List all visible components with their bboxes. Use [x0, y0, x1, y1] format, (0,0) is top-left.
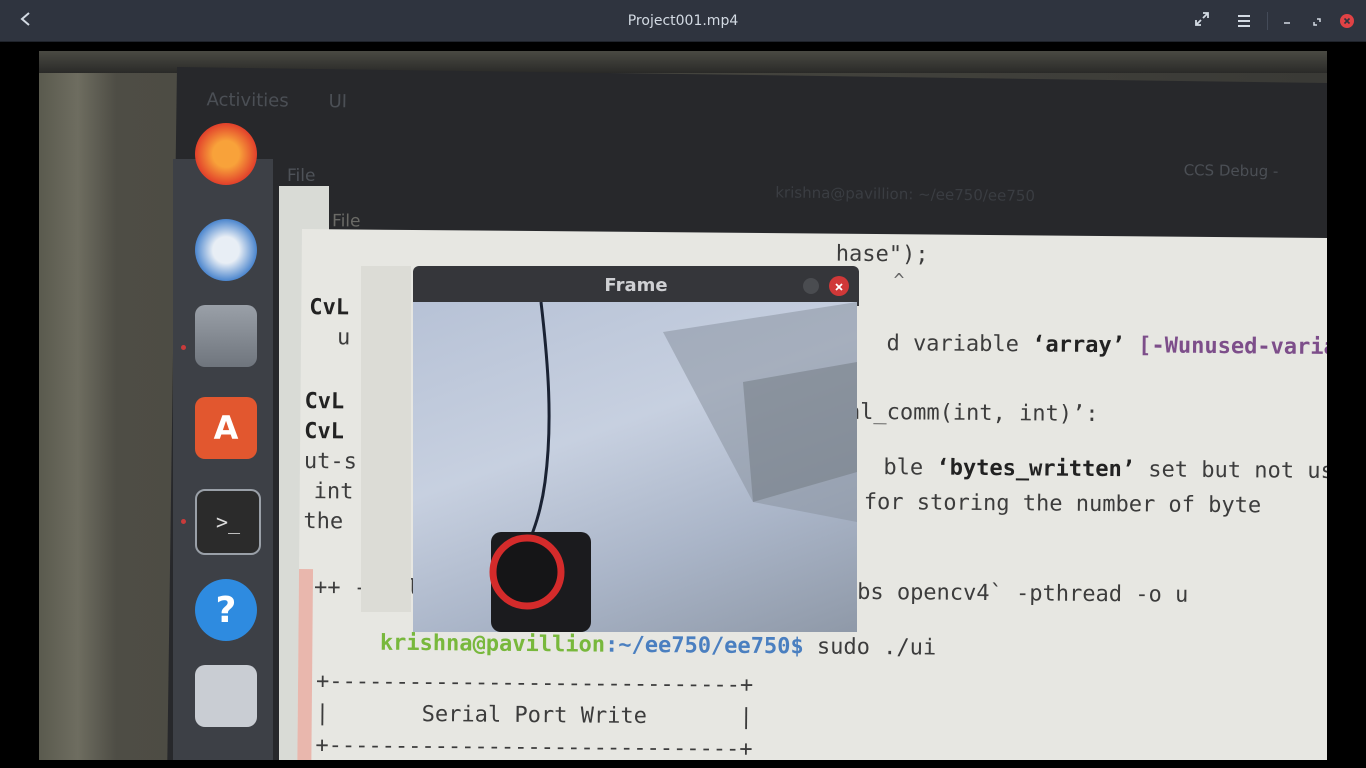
file-menu[interactable]: File — [287, 166, 315, 186]
terminal-line-1: hase"); — [835, 241, 929, 268]
fullscreen-button[interactable] — [1186, 0, 1218, 42]
terminal-line-4-left: CvL — [304, 389, 345, 415]
frame-titlebar[interactable]: Frame — [413, 266, 859, 306]
box-title: | Serial Port Write | — [315, 701, 753, 730]
terminal-cvl: CvL — [309, 295, 350, 321]
side-window-strip — [361, 266, 411, 612]
firefox-icon[interactable] — [195, 123, 257, 185]
close-icon — [1340, 14, 1354, 28]
ccs-debug-title: CCS Debug - — [1183, 161, 1279, 181]
frame-title: Frame — [604, 275, 668, 296]
terminal-line-5-left: CvL — [304, 419, 345, 445]
minimize-icon — [1282, 12, 1292, 31]
software-center-icon[interactable]: A — [195, 397, 257, 459]
terminal-window-title: krishna@pavillion: ~/ee750/ee750 — [775, 183, 1036, 205]
editor-gutter — [297, 568, 314, 760]
close-button[interactable] — [1336, 0, 1358, 42]
app-menu-label: UI — [328, 91, 348, 113]
camera-feed — [413, 302, 857, 632]
prompt-command: sudo ./ui — [803, 634, 937, 661]
terminal-caret: ^ — [893, 270, 905, 292]
frame-window[interactable]: Frame — [361, 266, 859, 632]
box-top-border: +-------------------------------+ — [315, 669, 754, 698]
thunderbird-icon[interactable] — [195, 219, 257, 281]
video-frame[interactable]: Activities UI CCS Debug - krishna@pavill… — [39, 51, 1327, 760]
terminal-line-5a: ble — [883, 455, 937, 481]
terminal-line-3b: ‘array’ — [1032, 332, 1126, 359]
terminal-line-5b: ‘bytes_written’ — [936, 455, 1136, 483]
terminal-u: u — [336, 325, 351, 351]
terminal-line-3c: [-Wunused-variab — [1138, 333, 1327, 361]
help-icon[interactable]: ? — [195, 579, 257, 641]
package-icon[interactable] — [195, 665, 257, 727]
terminal-line-4: rial_comm(int, int)’: — [820, 399, 1099, 427]
files-icon[interactable] — [195, 305, 257, 367]
terminal-line-3a: d variable — [886, 331, 1033, 358]
prompt-path: :~/ee750/ee750$ — [604, 632, 804, 660]
terminal-line-8-left: the — [303, 509, 344, 535]
dock-active-marker — [181, 345, 186, 350]
window-title: Project001.mp4 — [627, 13, 739, 29]
hamburger-menu-icon — [1237, 12, 1251, 31]
title-bar: Project001.mp4 — [0, 0, 1366, 42]
file-menu-2[interactable]: File — [332, 211, 361, 231]
maximize-icon — [1312, 12, 1322, 31]
frame-minimize-button[interactable] — [803, 278, 819, 294]
terminal-line-7: alue for storing the number of byte — [797, 489, 1262, 519]
frame-close-button[interactable] — [829, 276, 849, 296]
activities-label: Activities — [206, 89, 289, 112]
minimize-button[interactable] — [1276, 0, 1298, 42]
terminal-line-5c: set but not use — [1134, 457, 1327, 485]
dock-active-marker — [181, 519, 186, 524]
camera-scene — [489, 302, 857, 632]
maximize-button[interactable] — [1306, 0, 1328, 42]
expand-icon — [1194, 11, 1210, 31]
terminal-line-6-left: ut-s — [303, 449, 358, 475]
dock: A >_ ? — [173, 123, 273, 760]
terminal-line-7-left: int — [313, 479, 354, 505]
box-bottom-border: +-------------------------------+ — [315, 733, 753, 760]
terminal-icon[interactable]: >_ — [195, 489, 261, 555]
menu-button[interactable] — [1228, 0, 1260, 42]
close-icon — [834, 277, 844, 296]
titlebar-separator — [1267, 12, 1268, 30]
prompt-user: krishna@pavillion — [379, 630, 606, 658]
